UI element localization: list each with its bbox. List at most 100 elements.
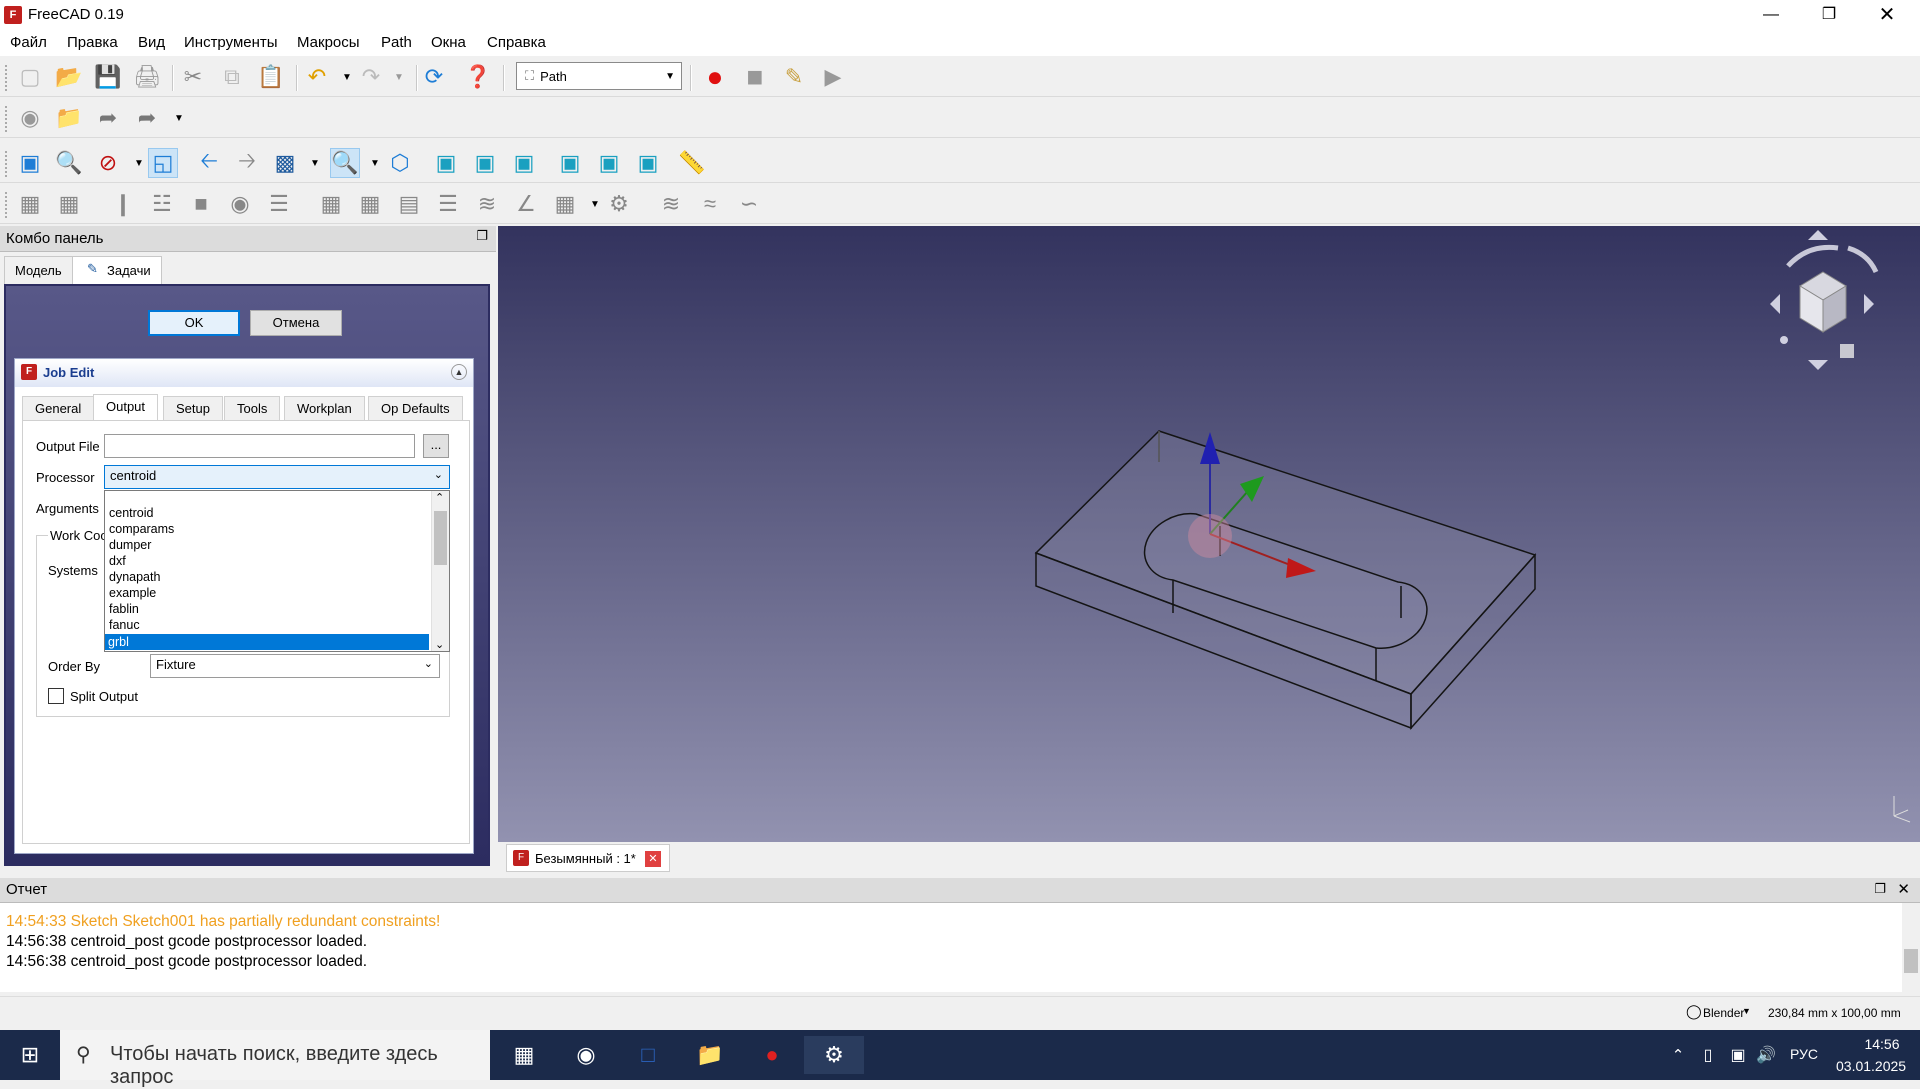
job-edit-header[interactable]: F Job Edit ▲ [15,359,473,387]
record-macro-icon[interactable]: ● [700,61,730,92]
menu-edit[interactable]: Правка [67,34,118,51]
engrave-icon[interactable]: ☳ [147,189,177,219]
tab-general[interactable]: General [22,396,95,420]
open-folder-icon[interactable]: 📂 [54,62,84,92]
pocket-icon[interactable]: ▦ [54,189,84,219]
language-indicator[interactable]: РУС [1790,1046,1818,1062]
minimize-button[interactable]: — [1742,0,1800,30]
calculator-icon[interactable]: ▦ [504,1036,544,1074]
print-icon[interactable]: 🖨 [132,62,162,92]
export-icon[interactable]: ➦ [132,103,162,133]
paste-icon[interactable]: 📋 [256,62,286,92]
back-arrow-icon[interactable]: 🡠 [194,148,224,178]
maximize-button[interactable]: ❐ [1800,0,1858,30]
adaptive-icon[interactable]: ☰ [264,189,294,219]
copy-path-icon[interactable]: ≈ [695,189,725,219]
new-document-icon[interactable]: ▢ [15,62,45,92]
file-explorer-icon[interactable]: 📁 [690,1036,730,1074]
fit-selection-icon[interactable]: 🔍 [54,148,84,178]
tab-workplan[interactable]: Workplan [284,396,365,420]
split-output-checkbox[interactable] [48,688,64,704]
copy-icon[interactable]: ⧉ [217,62,247,92]
deburr-icon[interactable]: ≋ [472,189,502,219]
simulate-icon[interactable]: ⚙ [604,189,634,219]
undo-icon[interactable]: ↶ [302,62,332,92]
list-item[interactable]: dumper [106,537,428,553]
3d-viewport[interactable] [498,226,1920,842]
scroll-down-icon[interactable]: ⌄ [435,638,444,651]
job-icon[interactable]: ◉ [15,103,45,133]
dropdown-scrollbar[interactable]: ⌃ ⌄ [431,491,449,651]
cancel-button[interactable]: Отмена [250,310,342,336]
drilling-icon[interactable]: ❙ [108,189,138,219]
word-icon[interactable]: □ [628,1036,668,1074]
yandex-icon[interactable]: ● [752,1036,792,1074]
list-item[interactable]: fanuc [106,617,428,633]
post-process-icon[interactable]: ➦ [93,103,123,133]
list-item[interactable]: centroid [106,505,428,521]
isometric-view-icon[interactable]: ⬡ [385,148,415,178]
workbench-selector[interactable]: ⛶ Path ▼ [516,62,682,90]
close-icon[interactable]: ✕ [1897,880,1910,898]
sync-view-icon[interactable]: ▩ [270,148,300,178]
document-tab[interactable]: F Безымянный : 1* ✕ [506,844,670,872]
surface-icon[interactable]: ▦ [355,189,385,219]
list-item[interactable]: dxf [106,553,428,569]
tab-tools[interactable]: Tools [224,396,281,420]
menu-tools[interactable]: Инструменты [184,34,278,51]
report-scrollbar[interactable] [1902,903,1920,993]
volume-icon[interactable]: 🔊 [1746,1036,1786,1074]
menu-path[interactable]: Path [381,34,412,51]
cut-icon[interactable]: ✂ [178,62,208,92]
array-icon[interactable]: ≋ [656,189,686,219]
scroll-up-icon[interactable]: ⌃ [435,491,444,504]
helix-icon[interactable]: ◉ [225,189,255,219]
redo-icon[interactable]: ↷ [356,62,386,92]
fit-all-icon[interactable]: ▣ [15,148,45,178]
folder-icon[interactable]: 📁 [54,103,84,133]
save-icon[interactable]: 💾 [93,62,123,92]
undock-icon[interactable]: ❐ [1874,881,1886,897]
tab-setup[interactable]: Setup [163,396,223,420]
list-item[interactable]: example [106,585,428,601]
bounding-box-icon[interactable]: ◱ [148,148,178,178]
bottom-view-icon[interactable]: ▣ [594,148,624,178]
close-tab-icon[interactable]: ✕ [645,851,661,867]
run-macro-icon[interactable]: ▶ [818,62,848,92]
menu-macros[interactable]: Макросы [297,34,360,51]
zoom-icon[interactable]: 🔍 [330,148,360,178]
front-view-icon[interactable]: ▣ [431,148,461,178]
navigation-cube[interactable] [1770,230,1879,370]
list-item[interactable]: fablin [106,601,428,617]
rear-view-icon[interactable]: ▣ [555,148,585,178]
output-file-input[interactable] [104,434,415,458]
sync-view-dropdown-icon[interactable]: ▼ [300,148,330,178]
windows-start-icon[interactable]: ⊞ [10,1036,50,1074]
menu-help[interactable]: Справка [487,34,546,51]
menu-view[interactable]: Вид [138,34,165,51]
custom-path-icon[interactable]: ∽ [734,189,764,219]
undock-icon[interactable]: ❐ [476,228,488,244]
tab-op-defaults[interactable]: Op Defaults [368,396,463,420]
list-item-selected[interactable]: grbl [105,634,429,650]
measure-icon[interactable]: 📏 [677,148,707,178]
close-button[interactable]: ✕ [1858,0,1916,30]
tab-output[interactable]: Output [93,394,159,421]
scrollbar-thumb[interactable] [1904,949,1918,973]
draw-style-icon[interactable]: ⊘ [93,148,123,178]
refresh-icon[interactable]: ⟳ [419,62,449,92]
ok-button[interactable]: OK [148,310,240,336]
face-icon[interactable]: ▦ [316,189,346,219]
clock-date[interactable]: 03.01.2025 [1836,1058,1906,1074]
whats-this-icon[interactable]: ❓ [463,62,493,92]
forward-arrow-icon[interactable]: 🡢 [232,148,262,178]
export-dropdown-icon[interactable]: ▼ [164,103,194,133]
profile-icon[interactable]: ▦ [15,189,45,219]
waterline-icon[interactable]: ▤ [394,189,424,219]
navigation-style-dropdown-icon[interactable]: ▼ [1742,1006,1751,1016]
taskbar-search[interactable]: ⚲ Чтобы начать поиск, введите здесь запр… [60,1030,490,1088]
report-view[interactable]: 14:54:33 Sketch Sketch001 has partially … [0,902,1920,993]
scrollbar-thumb[interactable] [434,511,447,565]
redo-dropdown-icon[interactable]: ▼ [384,62,414,92]
collapse-icon[interactable]: ▲ [451,364,467,380]
